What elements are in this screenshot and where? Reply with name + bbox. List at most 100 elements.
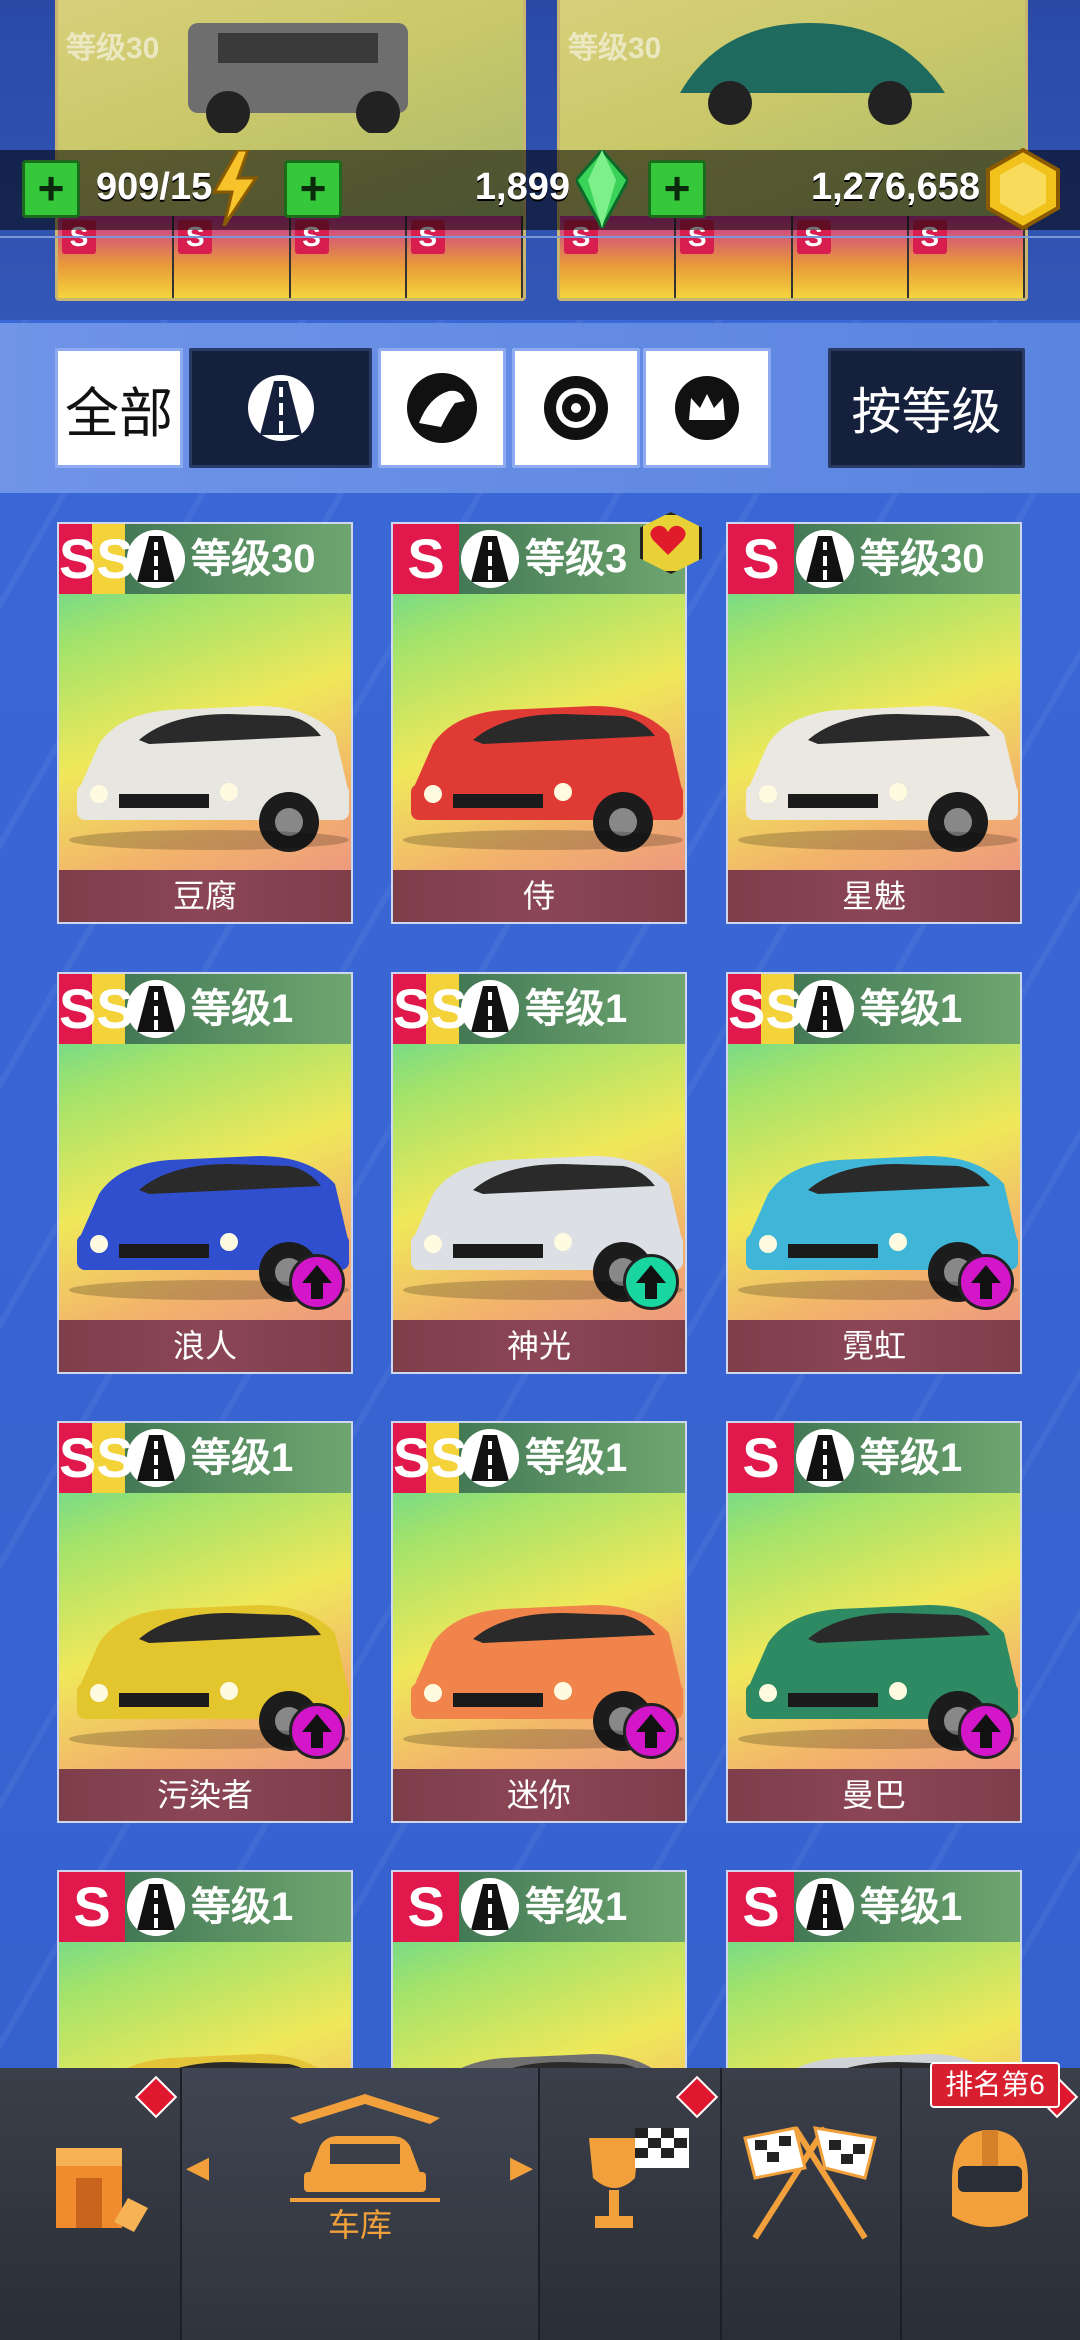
top-card-level: 等级30: [66, 32, 160, 65]
sort-by-level-button[interactable]: 按等级: [828, 348, 1025, 468]
road-icon: [127, 980, 185, 1038]
car-name: 神光: [393, 1320, 685, 1372]
road-icon: [796, 1878, 854, 1936]
road-icon: [461, 1878, 519, 1936]
filter-wheel-button[interactable]: [512, 348, 640, 468]
rank-badge: S: [393, 524, 459, 594]
rank-badge: SS: [728, 974, 803, 1044]
upgrade-available-icon[interactable]: [958, 1254, 1014, 1310]
gems-value: 1,899: [474, 166, 570, 208]
add-coins-button[interactable]: +: [648, 160, 706, 218]
car-level: 等级1: [191, 1885, 294, 1929]
garage-label: 车库: [327, 2207, 392, 2243]
car-card[interactable]: SS 等级30 豆腐: [57, 522, 353, 924]
rank-badge: SS: [59, 1423, 134, 1493]
trophy-icon[interactable]: [575, 2118, 695, 2248]
rank-badge: S: [728, 1423, 794, 1493]
divider: [538, 2068, 540, 2340]
shop-icon[interactable]: [48, 2128, 158, 2248]
car-image: [188, 23, 408, 133]
divider: [720, 2068, 722, 2340]
energy-value: 909/15: [96, 166, 213, 208]
car-name: 迷你: [393, 1769, 685, 1821]
upgrade-available-icon[interactable]: [289, 1703, 345, 1759]
car-level: 等级1: [525, 987, 628, 1031]
car-level: 等级1: [191, 987, 294, 1031]
road-icon: [461, 530, 519, 588]
top-cards-area: 等级30 S S S S 等级30 S S S S + 909/15 + 1,8…: [0, 0, 1080, 320]
filter-all-button[interactable]: 全部: [55, 348, 183, 468]
car-image: [738, 706, 1018, 852]
car-name: 侍: [393, 870, 685, 922]
garage-car-icon[interactable]: [280, 2088, 450, 2208]
filter-horse-button[interactable]: [378, 348, 506, 468]
filter-all-label: 全部: [65, 383, 173, 444]
coins-value: 1,276,658: [810, 166, 980, 208]
car-level: 等级1: [860, 1885, 963, 1929]
upgrade-available-icon[interactable]: [289, 1254, 345, 1310]
car-card[interactable]: S 等级30 星魅: [726, 522, 1022, 924]
car-level: 等级1: [525, 1436, 628, 1480]
divider: [180, 2068, 182, 2340]
rank-badge: SS: [393, 1423, 468, 1493]
car-card[interactable]: SS 等级1 神光: [391, 972, 687, 1374]
gem-icon: [576, 150, 628, 228]
car-image: [403, 706, 683, 852]
road-icon: [461, 980, 519, 1038]
car-card[interactable]: SS 等级1 浪人: [57, 972, 353, 1374]
car-name: 浪人: [59, 1320, 351, 1372]
divider: [0, 236, 1080, 238]
rank-badge: 排名第6: [930, 2062, 1060, 2108]
car-card[interactable]: S 等级3 侍: [391, 522, 687, 924]
car-name: 污染者: [59, 1769, 351, 1821]
car-card[interactable]: SS 等级1 迷你: [391, 1421, 687, 1823]
helmet-icon[interactable]: [942, 2120, 1038, 2240]
road-icon: [127, 1429, 185, 1487]
car-card[interactable]: SS 等级1 霓虹: [726, 972, 1022, 1374]
car-image: [680, 23, 945, 125]
road-icon: [127, 1878, 185, 1936]
race-flags-icon[interactable]: [735, 2118, 885, 2248]
divider: [900, 2068, 902, 2340]
car-level: 等级1: [191, 1436, 294, 1480]
rank-badge: S: [59, 1872, 125, 1942]
coin-icon: [986, 148, 1060, 230]
car-level: 等级1: [525, 1885, 628, 1929]
nav-right-arrow-icon[interactable]: ▶: [510, 2150, 533, 2185]
car-level: 等级30: [191, 537, 316, 581]
car-level: 等级3: [525, 537, 628, 581]
lightning-icon: [211, 150, 259, 226]
car-image: [69, 706, 349, 852]
horse-icon: [407, 373, 477, 443]
road-icon: [247, 375, 314, 441]
filter-bar: 全部 按等级: [0, 323, 1080, 493]
rank-badge: S: [393, 1872, 459, 1942]
rank-badge: S: [728, 1872, 794, 1942]
nav-left-arrow-icon[interactable]: ◀: [186, 2150, 209, 2185]
upgrade-available-icon[interactable]: [958, 1703, 1014, 1759]
road-icon: [461, 1429, 519, 1487]
car-name: 曼巴: [728, 1769, 1020, 1821]
crown-icon: [675, 376, 739, 440]
wheel-icon: [544, 376, 608, 440]
road-icon: [127, 530, 185, 588]
car-level: 等级1: [860, 1436, 963, 1480]
car-name: 霓虹: [728, 1320, 1020, 1372]
rank-badge: SS: [59, 974, 134, 1044]
rank-badge: S: [728, 524, 794, 594]
rank-badge: SS: [59, 524, 134, 594]
upgrade-available-icon[interactable]: [623, 1254, 679, 1310]
car-card[interactable]: S 等级1 曼巴: [726, 1421, 1022, 1823]
road-icon: [796, 1429, 854, 1487]
add-gems-button[interactable]: +: [284, 160, 342, 218]
upgrade-available-icon[interactable]: [623, 1703, 679, 1759]
filter-road-button[interactable]: [189, 348, 372, 468]
car-name: 豆腐: [59, 870, 351, 922]
car-level: 等级1: [860, 987, 963, 1031]
filter-crown-button[interactable]: [643, 348, 771, 468]
road-icon: [796, 530, 854, 588]
road-icon: [796, 980, 854, 1038]
car-card[interactable]: SS 等级1 污染者: [57, 1421, 353, 1823]
add-energy-button[interactable]: +: [22, 160, 80, 218]
rank-badge: SS: [393, 974, 468, 1044]
